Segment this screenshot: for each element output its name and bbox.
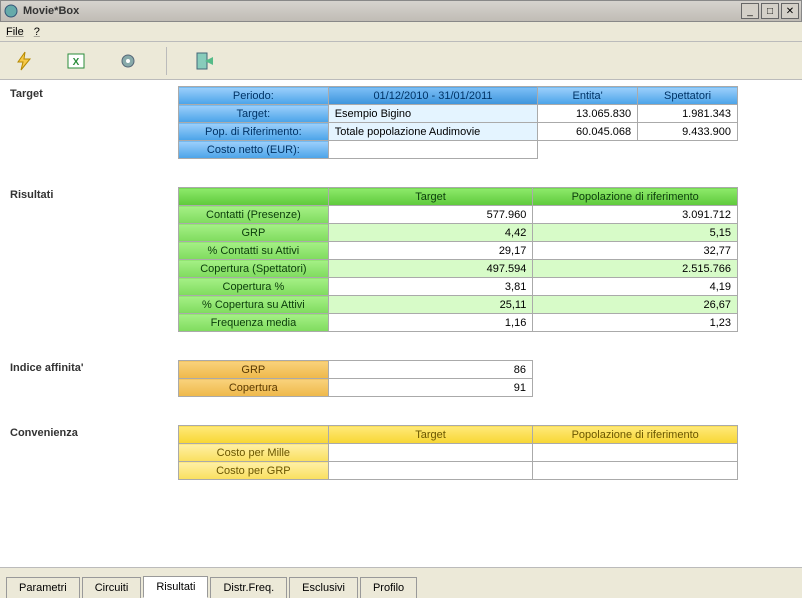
section-convenienza: Convenienza Target Popolazione di riferi…: [10, 425, 792, 480]
row-pctcontatti-p: 32,77: [533, 242, 738, 260]
row-contatti-p: 3.091.712: [533, 206, 738, 224]
conv-pop-header: Popolazione di riferimento: [533, 426, 738, 444]
affinita-grp-label: GRP: [179, 361, 329, 379]
gear-icon[interactable]: [114, 47, 142, 75]
minimize-button[interactable]: _: [741, 3, 759, 19]
entita-2: 60.045.068: [538, 123, 638, 141]
entita-1: 13.065.830: [538, 105, 638, 123]
row-freq-p: 1,23: [533, 314, 738, 332]
content-area: Target Periodo: 01/12/2010 - 31/01/2011 …: [0, 80, 802, 567]
tab-risultati[interactable]: Risultati: [143, 576, 208, 598]
affinita-cop-value: 91: [328, 379, 532, 397]
target-table: Periodo: 01/12/2010 - 31/01/2011 Entita'…: [178, 86, 738, 159]
section-affinita: Indice affinita' GRP 86 Copertura 91: [10, 360, 792, 397]
menu-help[interactable]: ?: [34, 26, 40, 38]
tab-parametri[interactable]: Parametri: [6, 577, 80, 598]
conv-mille-t: [328, 444, 533, 462]
pop-row-label: Pop. di Riferimento:: [179, 123, 329, 141]
conv-grp-label: Costo per GRP: [179, 462, 329, 480]
section-target: Target Periodo: 01/12/2010 - 31/01/2011 …: [10, 86, 792, 159]
row-copertura-label: Copertura (Spettatori): [179, 260, 329, 278]
tab-profilo[interactable]: Profilo: [360, 577, 417, 598]
affinita-table: GRP 86 Copertura 91: [178, 360, 533, 397]
risultati-table: Target Popolazione di riferimento Contat…: [178, 187, 738, 332]
app-icon: [3, 3, 19, 19]
titlebar: Movie*Box _ □ ✕: [0, 0, 802, 22]
costo-row-label: Costo netto (EUR):: [179, 141, 329, 159]
row-grp-t: 4,42: [328, 224, 533, 242]
row-pctcontatti-label: % Contatti su Attivi: [179, 242, 329, 260]
maximize-button[interactable]: □: [761, 3, 779, 19]
row-pctcopertura-t: 25,11: [328, 296, 533, 314]
convenienza-table: Target Popolazione di riferimento Costo …: [178, 425, 738, 480]
row-grp-p: 5,15: [533, 224, 738, 242]
row-pctcopertura-label: % Copertura su Attivi: [179, 296, 329, 314]
svg-text:X: X: [73, 57, 80, 68]
spettatori-2: 9.433.900: [638, 123, 738, 141]
section-risultati: Risultati Target Popolazione di riferime…: [10, 187, 792, 332]
exit-icon[interactable]: [191, 47, 219, 75]
row-coperturapct-p: 4,19: [533, 278, 738, 296]
target-value: Esempio Bigino: [328, 105, 538, 123]
row-freq-label: Frequenza media: [179, 314, 329, 332]
row-contatti-t: 577.960: [328, 206, 533, 224]
row-coperturapct-t: 3,81: [328, 278, 533, 296]
row-pctcontatti-t: 29,17: [328, 242, 533, 260]
section-label-affinita: Indice affinita': [10, 360, 178, 397]
section-label-risultati: Risultati: [10, 187, 178, 332]
row-copertura-p: 2.515.766: [533, 260, 738, 278]
risultati-target-header: Target: [328, 188, 533, 206]
spettatori-header: Spettatori: [638, 87, 738, 105]
section-label-target: Target: [10, 86, 178, 159]
window-title: Movie*Box: [23, 5, 739, 17]
row-freq-t: 1,16: [328, 314, 533, 332]
affinita-cop-label: Copertura: [179, 379, 329, 397]
toolbar: X: [0, 42, 802, 80]
entita-header: Entita': [538, 87, 638, 105]
section-label-convenienza: Convenienza: [10, 425, 178, 480]
toolbar-divider: [166, 47, 167, 75]
lightning-icon[interactable]: [10, 47, 38, 75]
row-pctcopertura-p: 26,67: [533, 296, 738, 314]
excel-icon[interactable]: X: [62, 47, 90, 75]
pop-value: Totale popolazione Audimovie: [328, 123, 538, 141]
risultati-blank-header: [179, 188, 329, 206]
tabstrip: Parametri Circuiti Risultati Distr.Freq.…: [0, 567, 802, 597]
menubar: File ?: [0, 22, 802, 42]
conv-mille-label: Costo per Mille: [179, 444, 329, 462]
conv-target-header: Target: [328, 426, 533, 444]
close-button[interactable]: ✕: [781, 3, 799, 19]
conv-grp-t: [328, 462, 533, 480]
affinita-grp-value: 86: [328, 361, 532, 379]
conv-mille-p: [533, 444, 738, 462]
spettatori-1: 1.981.343: [638, 105, 738, 123]
periodo-value: 01/12/2010 - 31/01/2011: [328, 87, 538, 105]
conv-grp-p: [533, 462, 738, 480]
row-grp-label: GRP: [179, 224, 329, 242]
row-coperturapct-label: Copertura %: [179, 278, 329, 296]
row-copertura-t: 497.594: [328, 260, 533, 278]
periodo-label: Periodo:: [179, 87, 329, 105]
conv-blank-header: [179, 426, 329, 444]
tab-distrfreq[interactable]: Distr.Freq.: [210, 577, 287, 598]
target-row-label: Target:: [179, 105, 329, 123]
risultati-pop-header: Popolazione di riferimento: [533, 188, 738, 206]
menu-file[interactable]: File: [6, 26, 24, 38]
costo-value[interactable]: [328, 141, 538, 159]
tab-circuiti[interactable]: Circuiti: [82, 577, 142, 598]
tab-esclusivi[interactable]: Esclusivi: [289, 577, 358, 598]
row-contatti-label: Contatti (Presenze): [179, 206, 329, 224]
